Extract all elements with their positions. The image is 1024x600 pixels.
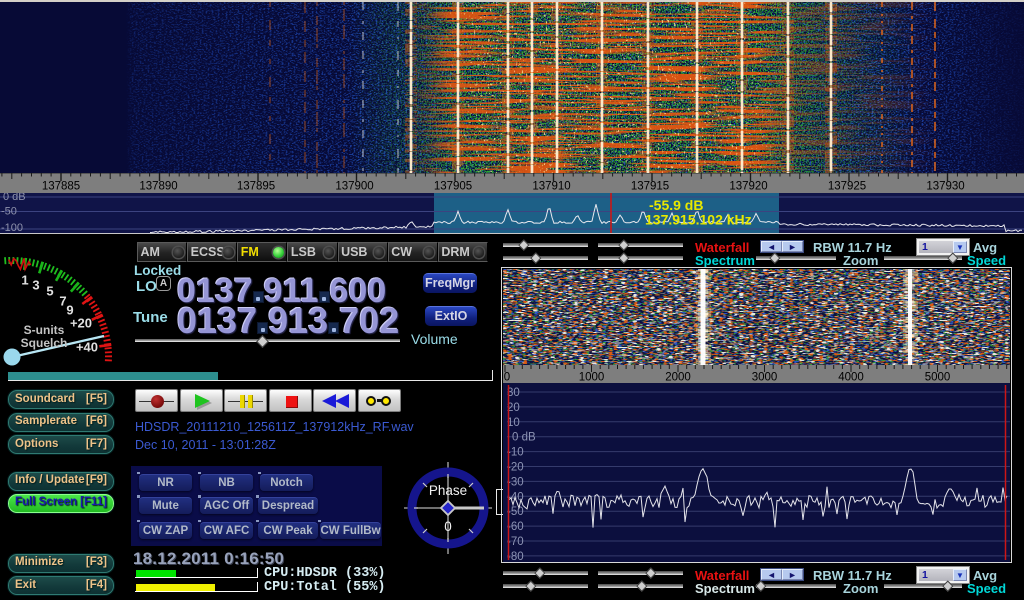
svg-text:137885: 137885 xyxy=(42,181,80,193)
svg-text:0 dB: 0 dB xyxy=(3,193,26,203)
svg-text:5: 5 xyxy=(46,284,53,299)
svg-text:-50: -50 xyxy=(507,506,524,518)
svg-text:-10: -10 xyxy=(507,447,524,459)
svg-text:137920: 137920 xyxy=(729,181,767,193)
svg-text:5000: 5000 xyxy=(925,372,951,384)
svg-text:137.915.102 kHz: 137.915.102 kHz xyxy=(645,212,752,228)
svg-text:3: 3 xyxy=(32,278,39,293)
svg-text:1: 1 xyxy=(21,273,28,288)
svg-text:3000: 3000 xyxy=(752,372,778,384)
svg-text:0: 0 xyxy=(504,372,510,384)
svg-text:137900: 137900 xyxy=(335,181,373,193)
svg-text:137925: 137925 xyxy=(828,181,866,193)
svg-text:-50: -50 xyxy=(1,206,17,218)
svg-text:S-units: S-units xyxy=(24,323,65,337)
svg-text:-60: -60 xyxy=(507,521,524,533)
svg-text:1000: 1000 xyxy=(579,372,605,384)
svg-text:137895: 137895 xyxy=(237,181,275,193)
svg-text:Squelch: Squelch xyxy=(21,336,68,350)
svg-text:-70: -70 xyxy=(507,536,524,548)
svg-text:-100: -100 xyxy=(1,222,23,234)
svg-text:+20: +20 xyxy=(70,316,92,331)
svg-text:137910: 137910 xyxy=(532,181,570,193)
svg-text:-30: -30 xyxy=(507,476,524,488)
svg-text:137905: 137905 xyxy=(434,181,472,193)
svg-text:0 dB: 0 dB xyxy=(512,432,536,444)
svg-text:-80: -80 xyxy=(507,551,524,562)
svg-text:137915: 137915 xyxy=(631,181,669,193)
svg-text:2000: 2000 xyxy=(665,372,691,384)
svg-text:Phase: Phase xyxy=(429,483,467,498)
svg-text:137930: 137930 xyxy=(926,181,964,193)
svg-text:137890: 137890 xyxy=(139,181,177,193)
svg-text:4000: 4000 xyxy=(838,372,864,384)
svg-text:0: 0 xyxy=(444,519,452,534)
svg-text:-20: -20 xyxy=(507,462,524,474)
